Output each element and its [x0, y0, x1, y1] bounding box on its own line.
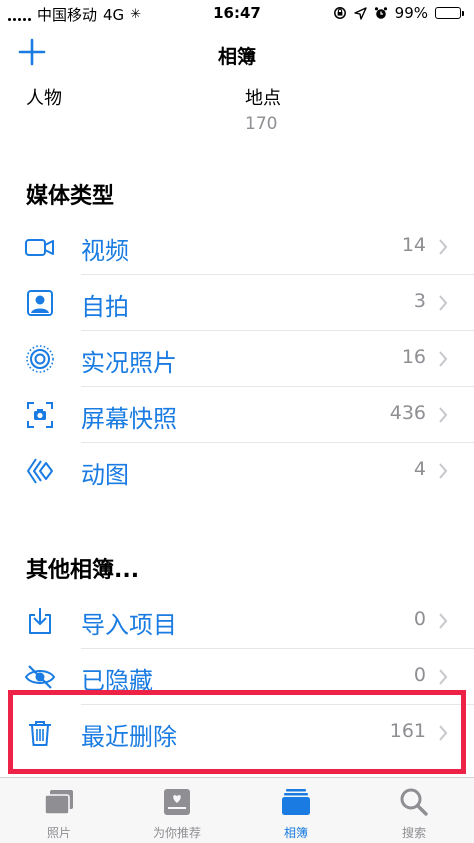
album-row-live-photos[interactable]: 实况照片 16 — [0, 331, 474, 387]
places-album[interactable]: 地点 170 — [245, 84, 281, 134]
location-icon — [353, 6, 367, 20]
album-count: 0 — [413, 664, 426, 686]
album-label: 自拍 — [81, 293, 129, 321]
battery-percent: 99% — [394, 4, 428, 22]
album-row-animated[interactable]: 动图 4 — [0, 443, 474, 499]
search-icon — [400, 788, 428, 816]
people-places-row: 人物 地点 170 — [0, 84, 474, 134]
battery-icon — [435, 7, 464, 19]
album-label: 动图 — [81, 461, 129, 489]
tab-label: 照片 — [46, 826, 71, 840]
photos-icon — [44, 790, 73, 815]
album-label: 最近删除 — [81, 723, 177, 751]
tab-bar: 照片 为你推荐 相簿 搜索 — [0, 777, 474, 843]
photos-albums-screen: 中国移动 4G ✳ 16:47 99% 相簿 人物 地点 170 媒体类型 视频… — [0, 0, 474, 843]
video-icon — [25, 239, 54, 256]
album-row-selfie[interactable]: 自拍 3 — [0, 275, 474, 331]
selfie-icon — [27, 290, 53, 316]
album-row-screenshots[interactable]: 屏幕快照 436 — [0, 387, 474, 443]
hidden-icon — [24, 665, 56, 689]
status-right: 99% — [333, 4, 464, 22]
album-label: 视频 — [81, 237, 129, 265]
status-bar: 中国移动 4G ✳ 16:47 99% — [0, 0, 474, 26]
orientation-lock-icon — [333, 7, 346, 19]
page-title: 相簿 — [217, 46, 256, 68]
tab-photos[interactable]: 照片 — [0, 778, 118, 843]
chevron-right-icon — [439, 407, 448, 423]
media-types-heading: 媒体类型 — [26, 184, 115, 209]
tab-label: 搜索 — [401, 826, 426, 840]
trash-icon — [29, 721, 51, 746]
tab-albums[interactable]: 相簿 — [237, 778, 355, 843]
album-row-video[interactable]: 视频 14 — [0, 219, 474, 275]
album-label: 屏幕快照 — [81, 405, 177, 433]
chevron-right-icon — [439, 351, 448, 367]
chevron-right-icon — [439, 725, 448, 741]
live-photo-icon — [26, 345, 54, 373]
alarm-icon — [374, 7, 387, 19]
tab-for-you[interactable]: 为你推荐 — [118, 778, 236, 843]
album-label: 导入项目 — [81, 611, 177, 639]
album-count: 4 — [413, 458, 426, 480]
album-count: 0 — [413, 608, 426, 630]
chevron-right-icon — [439, 239, 448, 255]
album-row-hidden[interactable]: 已隐藏 0 — [0, 649, 474, 705]
chevron-right-icon — [439, 669, 448, 685]
album-count: 14 — [401, 234, 426, 256]
albums-icon — [282, 789, 310, 815]
album-label: 已隐藏 — [81, 667, 153, 695]
for-you-icon — [164, 789, 190, 815]
screenshot-icon — [27, 402, 53, 428]
album-row-imports[interactable]: 导入项目 0 — [0, 593, 474, 649]
album-count: 16 — [401, 346, 426, 368]
album-count: 161 — [389, 720, 426, 742]
chevron-right-icon — [439, 613, 448, 629]
places-count: 170 — [245, 114, 278, 134]
animated-icon — [27, 458, 53, 484]
tab-label: 为你推荐 — [152, 826, 201, 840]
people-label: 人物 — [26, 88, 62, 109]
album-label: 实况照片 — [81, 349, 177, 377]
album-count: 3 — [413, 290, 426, 312]
chevron-right-icon — [439, 463, 448, 479]
album-count: 436 — [389, 402, 426, 424]
people-album[interactable]: 人物 — [26, 84, 62, 110]
other-albums-heading: 其他相簿... — [26, 558, 140, 583]
chevron-right-icon — [439, 295, 448, 311]
nav-bar: 相簿 — [0, 26, 474, 80]
tab-search[interactable]: 搜索 — [355, 778, 473, 843]
tab-label: 相簿 — [283, 826, 308, 840]
import-icon — [29, 608, 51, 634]
places-label: 地点 — [245, 88, 281, 109]
album-row-recently-deleted[interactable]: 最近删除 161 — [0, 705, 474, 761]
